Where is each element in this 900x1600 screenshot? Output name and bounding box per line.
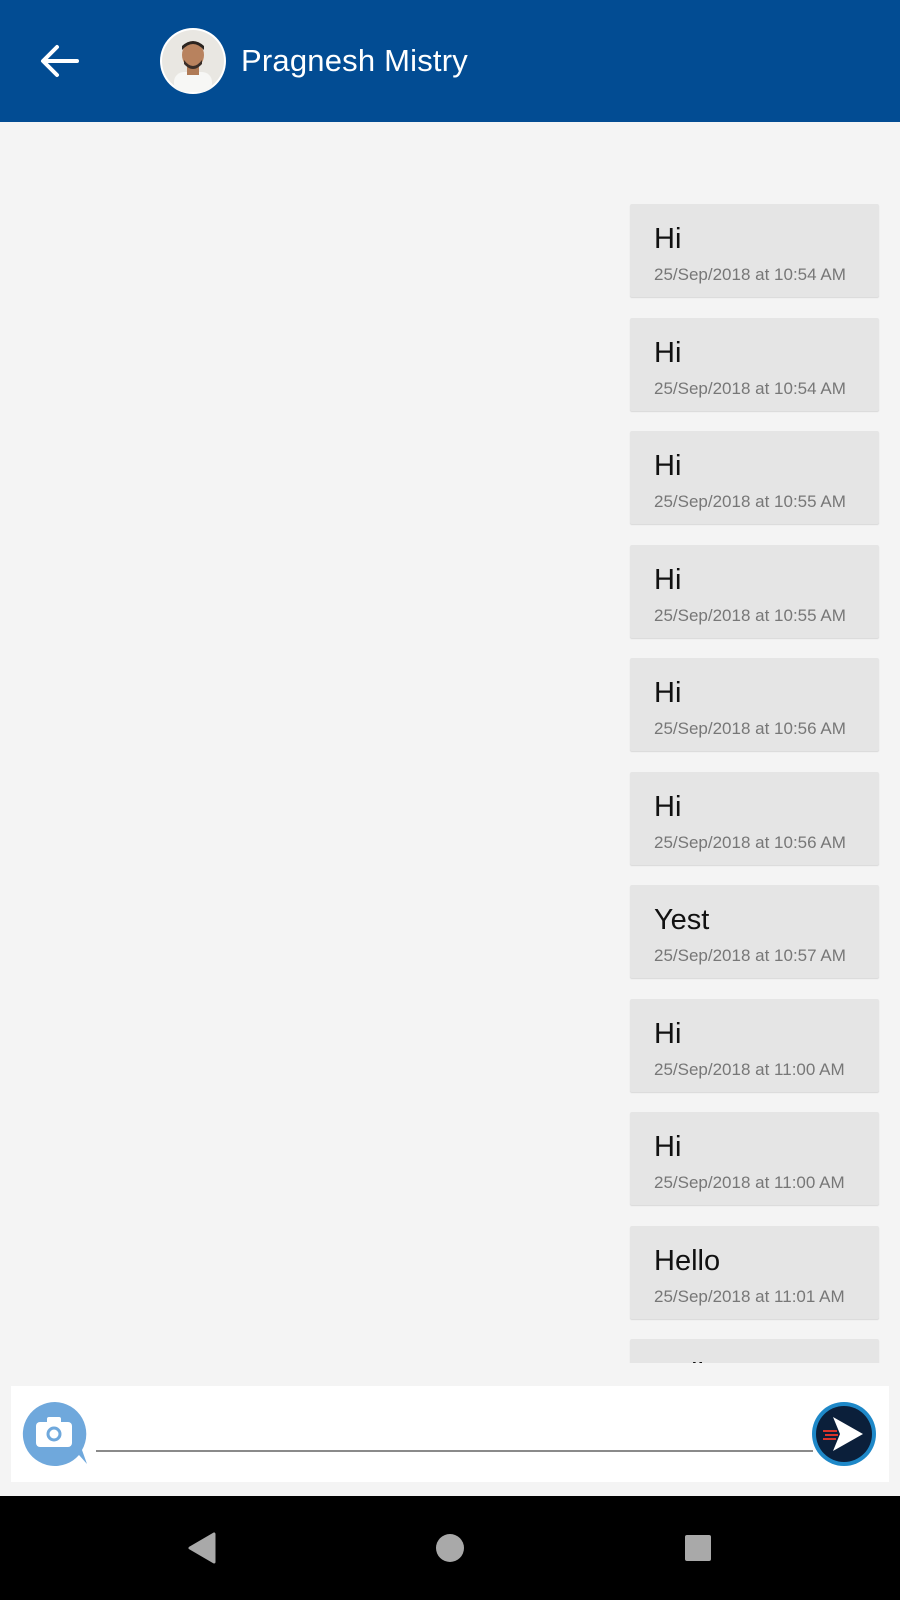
message-bubble[interactable]: Hello xyxy=(630,1339,879,1363)
message-timestamp: 25/Sep/2018 at 10:56 AM xyxy=(654,719,846,738)
camera-button[interactable] xyxy=(21,1400,89,1468)
message-timestamp: 25/Sep/2018 at 11:01 AM xyxy=(654,1287,845,1306)
message-bubble[interactable]: Hello 25/Sep/2018 at 11:01 AM xyxy=(630,1226,879,1319)
message-timestamp: 25/Sep/2018 at 10:56 AM xyxy=(654,833,846,852)
nav-back-icon xyxy=(188,1532,216,1564)
message-text: Hi xyxy=(654,677,682,709)
message-timestamp: 25/Sep/2018 at 10:54 AM xyxy=(654,265,846,284)
message-list[interactable]: Hi 25/Sep/2018 at 10:54 AM Hi 25/Sep/2018 a… xyxy=(0,122,900,1363)
nav-home-icon xyxy=(436,1534,464,1562)
message-timestamp: 25/Sep/2018 at 10:54 AM xyxy=(654,379,846,398)
message-timestamp: 25/Sep/2018 at 11:00 AM xyxy=(654,1173,845,1192)
nav-back-button[interactable] xyxy=(180,1526,224,1570)
message-bubble[interactable]: Hi 25/Sep/2018 at 10:54 AM xyxy=(630,204,879,297)
message-bubble[interactable]: Hi 25/Sep/2018 at 10:55 AM xyxy=(630,545,879,638)
message-timestamp: 25/Sep/2018 at 10:55 AM xyxy=(654,606,846,625)
camera-icon xyxy=(22,1401,88,1466)
message-text: Hi xyxy=(654,223,682,255)
message-bubble[interactable]: Hi 25/Sep/2018 at 10:56 AM xyxy=(630,658,879,751)
message-text: Hi xyxy=(654,450,682,482)
message-text: Hi xyxy=(654,1018,682,1050)
message-bubble[interactable]: Hi 25/Sep/2018 at 10:54 AM xyxy=(630,318,879,411)
message-bubble[interactable]: Hi 25/Sep/2018 at 10:55 AM xyxy=(630,431,879,524)
contact-avatar[interactable] xyxy=(160,28,226,94)
back-button[interactable] xyxy=(34,36,84,86)
message-timestamp: 25/Sep/2018 at 11:00 AM xyxy=(654,1060,845,1079)
message-timestamp: 25/Sep/2018 at 10:57 AM xyxy=(654,946,846,965)
nav-recents-button[interactable] xyxy=(676,1526,720,1570)
contact-name[interactable]: Pragnesh Mistry xyxy=(241,40,468,82)
message-text: Hi xyxy=(654,564,682,596)
message-composer xyxy=(11,1386,889,1482)
avatar-photo xyxy=(162,30,224,92)
send-icon xyxy=(812,1402,876,1466)
message-input[interactable] xyxy=(96,1406,813,1452)
message-bubble[interactable]: Hi 25/Sep/2018 at 11:00 AM xyxy=(630,999,879,1092)
nav-home-button[interactable] xyxy=(428,1526,472,1570)
message-text: Hi xyxy=(654,1131,682,1163)
nav-recents-icon xyxy=(685,1535,711,1561)
message-text: Hello xyxy=(654,1245,721,1277)
message-text: Hi xyxy=(654,337,682,369)
message-timestamp: 25/Sep/2018 at 10:55 AM xyxy=(654,492,846,511)
message-text: Hi xyxy=(654,791,682,823)
message-bubble[interactable]: Yest 25/Sep/2018 at 10:57 AM xyxy=(630,885,879,978)
system-nav-bar xyxy=(0,1496,900,1600)
send-button[interactable] xyxy=(811,1401,877,1467)
arrow-left-icon xyxy=(41,45,79,77)
message-bubble[interactable]: Hi 25/Sep/2018 at 10:56 AM xyxy=(630,772,879,865)
message-text: Hello xyxy=(654,1356,720,1363)
message-bubble[interactable]: Hi 25/Sep/2018 at 11:00 AM xyxy=(630,1112,879,1205)
app-bar: Pragnesh Mistry xyxy=(0,0,900,122)
message-text: Yest xyxy=(654,904,710,936)
